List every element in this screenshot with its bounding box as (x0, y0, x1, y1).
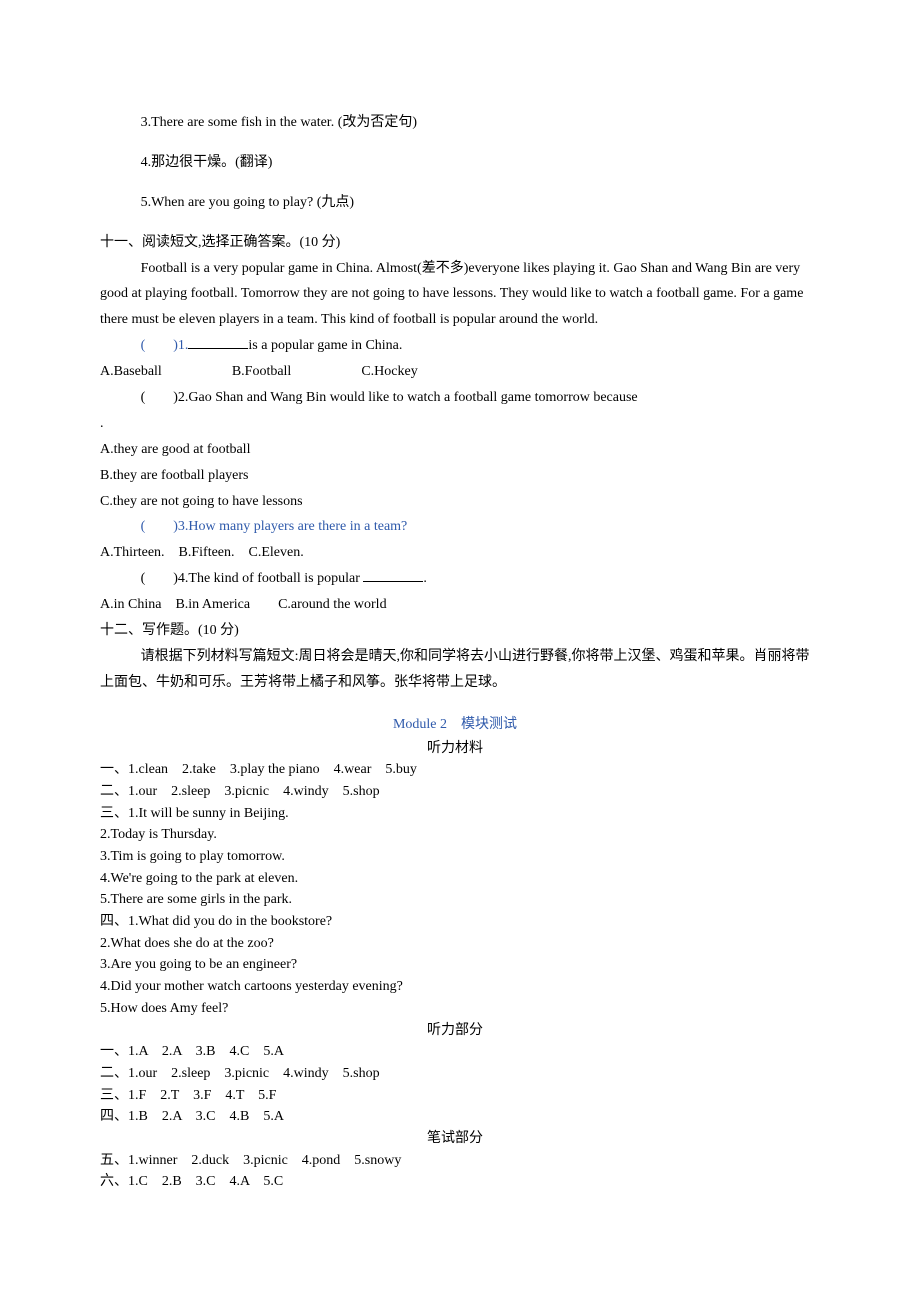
ans-c2: 六、1.C 2.B 3.C 4.A 5.C (100, 1171, 810, 1193)
sec11-q2c: C.they are not going to have lessons (100, 489, 810, 515)
q10-3: 3.There are some fish in the water. (改为否… (100, 110, 810, 136)
ans-b3: 三、1.F 2.T 3.F 4.T 5.F (100, 1085, 810, 1107)
ans-4: 四、1.What did you do in the bookstore? (100, 911, 810, 933)
sec12-prompt: 请根据下列材料写篇短文:周日将会是晴天,你和同学将去小山进行野餐,你将带上汉堡、… (100, 644, 810, 696)
ans-4-5: 5.How does Amy feel? (100, 998, 810, 1020)
sec11-q1-opts: A.Baseball B.Football C.Hockey (100, 359, 810, 385)
ans-4-2: 2.What does she do at the zoo? (100, 933, 810, 955)
sec11-title: 十一、阅读短文,选择正确答案。(10 分) (100, 230, 810, 256)
sec11-q4-opts: A.in China B.in America C.around the wor… (100, 592, 810, 618)
answer-line-4[interactable] (100, 176, 810, 190)
ans-3-5: 5.There are some girls in the park. (100, 889, 810, 911)
q10-5: 5.When are you going to play? (九点) (100, 190, 810, 216)
sec11-q3: ( )3.How many players are there in a tea… (100, 514, 810, 540)
ans-4-3: 3.Are you going to be an engineer? (100, 954, 810, 976)
exam-page: 3.There are some fish in the water. (改为否… (0, 0, 920, 1253)
q4-post: . (423, 571, 427, 586)
ans-3-4: 4.We're going to the park at eleven. (100, 868, 810, 890)
sec11-q4: ( )4.The kind of football is popular . (100, 566, 810, 592)
ans-b1: 一、1.A 2.A 3.B 4.C 5.A (100, 1041, 810, 1063)
sec11-passage: Football is a very popular game in China… (100, 256, 810, 334)
ans-2: 二、1.our 2.sleep 3.picnic 4.windy 5.shop (100, 781, 810, 803)
q2-text: ( )2.Gao Shan and Wang Bin would like to… (141, 390, 642, 405)
answers-sub2: 听力部分 (100, 1020, 810, 1042)
q1-blank[interactable] (188, 336, 248, 350)
paren-blank-1[interactable]: ( )1. (141, 338, 189, 353)
q4-text: ( )4.The kind of football is popular (141, 571, 364, 586)
sec11-q3-opts: A.Thirteen. B.Fifteen. C.Eleven. (100, 540, 810, 566)
ans-3: 三、1.It will be sunny in Beijing. (100, 803, 810, 825)
answer-line-3[interactable] (100, 136, 810, 150)
ans-3-3: 3.Tim is going to play tomorrow. (100, 846, 810, 868)
sec12-title: 十二、写作题。(10 分) (100, 618, 810, 644)
answers-title: Module 2 模块测试 (100, 712, 810, 738)
q1-text: is a popular game in China. (248, 338, 402, 353)
sec11-q1: ( )1. is a popular game in China. (100, 333, 810, 359)
answers-sub1: 听力材料 (100, 738, 810, 760)
ans-c1: 五、1.winner 2.duck 3.picnic 4.pond 5.snow… (100, 1150, 810, 1172)
q10-4: 4.那边很干燥。(翻译) (100, 150, 810, 176)
sec11-q2b: B.they are football players (100, 463, 810, 489)
ans-1: 一、1.clean 2.take 3.play the piano 4.wear… (100, 759, 810, 781)
q4-blank[interactable] (363, 569, 423, 583)
writing-line[interactable] (100, 696, 810, 710)
paren-blank-3[interactable]: ( )3.How many players are there in a tea… (141, 519, 408, 534)
sec11-q2a: A.they are good at football (100, 437, 810, 463)
ans-b2: 二、1.our 2.sleep 3.picnic 4.windy 5.shop (100, 1063, 810, 1085)
answer-line-5[interactable] (100, 216, 810, 230)
ans-3-2: 2.Today is Thursday. (100, 824, 810, 846)
answers-sub3: 笔试部分 (100, 1128, 810, 1150)
ans-b4: 四、1.B 2.A 3.C 4.B 5.A (100, 1106, 810, 1128)
q2-dot: . (100, 411, 810, 437)
ans-4-4: 4.Did your mother watch cartoons yesterd… (100, 976, 810, 998)
sec11-q2: ( )2.Gao Shan and Wang Bin would like to… (100, 385, 810, 411)
